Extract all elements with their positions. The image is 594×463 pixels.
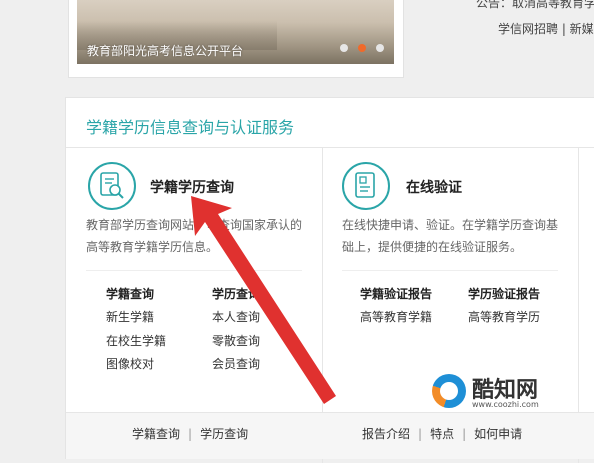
service-name-verify[interactable]: 在线验证 <box>406 177 462 197</box>
notice-text[interactable]: 公告：取消高等教育学 <box>476 0 594 11</box>
link-higher-ed-degree[interactable]: 高等教育学历 <box>468 308 540 325</box>
link-current-student[interactable]: 在校生学籍 <box>106 332 166 349</box>
service-desc-line: 础上，提供便捷的在线验证服务。 <box>342 240 523 254</box>
link-member-query[interactable]: 会员查询 <box>212 355 260 372</box>
footer-links-right: 报告介绍 | 特点 | 如何申请 <box>362 425 522 442</box>
service-name-query[interactable]: 学籍学历查询 <box>150 177 234 197</box>
carousel-dots <box>340 44 384 52</box>
service-desc-line: 在线快捷申请、验证。在学籍学历查询基 <box>342 218 559 232</box>
footer-link[interactable]: 学历查询 <box>200 427 248 441</box>
separator: | <box>188 427 193 441</box>
service-desc-line: 教育部学历查询网站，可查询国家承认的 <box>86 218 303 232</box>
separator: | <box>462 427 467 441</box>
footer-links-left: 学籍查询 | 学历查询 <box>132 425 248 442</box>
link-single-query[interactable]: 零散查询 <box>212 332 260 349</box>
group-head-degree-report[interactable]: 学历验证报告 <box>468 285 540 302</box>
document-verify-icon[interactable] <box>342 162 390 210</box>
link-photo-check[interactable]: 图像校对 <box>106 355 154 372</box>
watermark-logo-icon <box>432 374 466 408</box>
group-head-degree[interactable]: 学历查询 <box>212 285 260 302</box>
footer-link[interactable]: 学籍查询 <box>132 427 180 441</box>
footer-link[interactable]: 报告介绍 <box>362 427 410 441</box>
carousel-dot-active[interactable] <box>358 44 366 52</box>
footer-link[interactable]: 特点 <box>430 427 454 441</box>
divider <box>66 147 594 148</box>
top-links[interactable]: 学信网招聘 | 新媒 <box>498 20 594 37</box>
carousel-dot[interactable] <box>376 44 384 52</box>
banner-carousel[interactable]: 教育部阳光高考信息公开平台 <box>77 0 394 64</box>
carousel-dot[interactable] <box>340 44 348 52</box>
document-search-icon[interactable] <box>88 162 136 210</box>
banner-card: 教育部阳光高考信息公开平台 <box>68 0 404 78</box>
link-self-query[interactable]: 本人查询 <box>212 308 260 325</box>
watermark: 酷知网 www.coozhi.com <box>432 370 582 420</box>
link-new-student[interactable]: 新生学籍 <box>106 308 154 325</box>
footer-link[interactable]: 如何申请 <box>474 427 522 441</box>
watermark-url: www.coozhi.com <box>472 400 539 409</box>
separator: | <box>418 427 423 441</box>
section-title: 学籍学历信息查询与认证服务 <box>86 118 295 137</box>
service-desc-line: 高等教育学籍学历信息。 <box>86 240 219 254</box>
top-right-panel: 公告：取消高等教育学 学信网招聘 | 新媒 <box>470 0 594 80</box>
banner-caption[interactable]: 教育部阳光高考信息公开平台 <box>87 42 243 59</box>
divider <box>86 270 302 271</box>
group-head-enrollment-report[interactable]: 学籍验证报告 <box>360 285 432 302</box>
link-higher-ed-enrollment[interactable]: 高等教育学籍 <box>360 308 432 325</box>
group-head-enrollment[interactable]: 学籍查询 <box>106 285 154 302</box>
divider <box>342 270 558 271</box>
